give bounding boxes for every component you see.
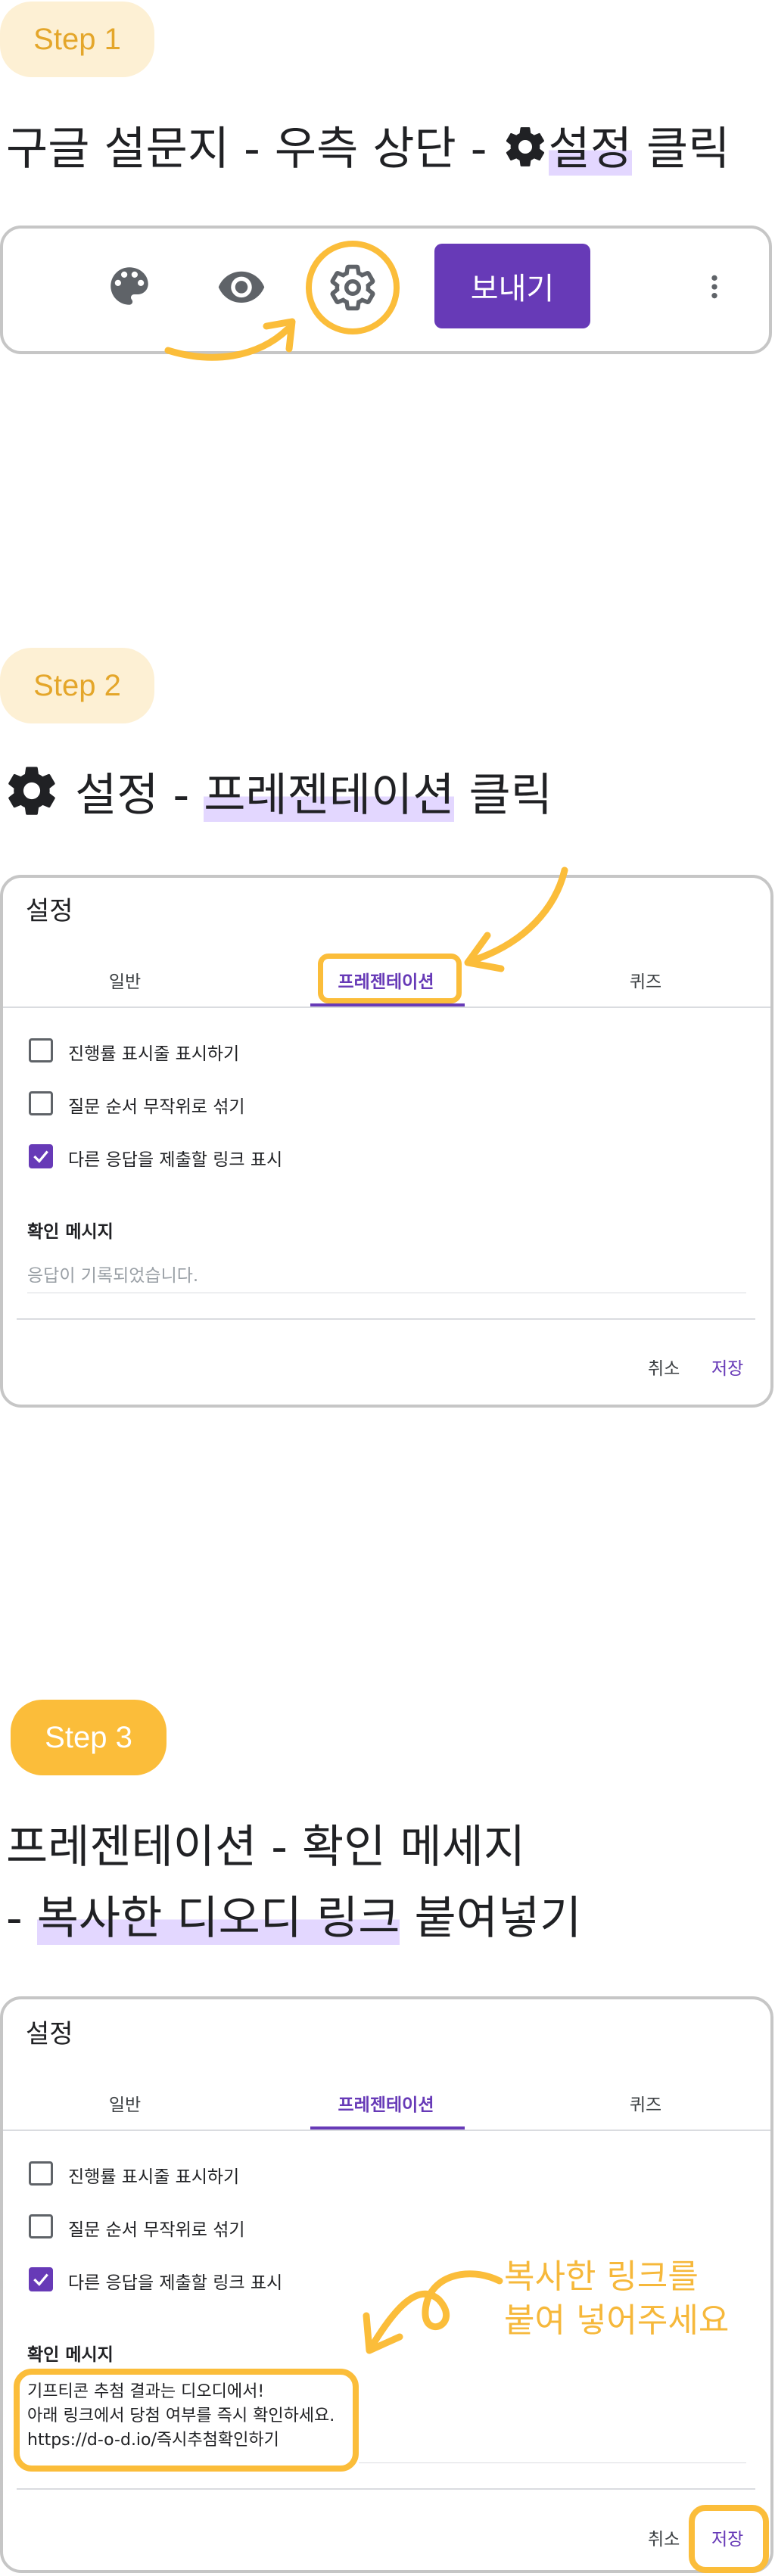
pointer-arrow <box>164 318 296 361</box>
dialog-title: 설정 <box>26 896 73 926</box>
confirm-message-line: 기프티콘 추첨 결과는 디오디에서! <box>27 2382 265 2401</box>
step-2-heading: 설정 - 프레젠테이션 클릭 <box>3 758 552 824</box>
step-2-heading-suffix: 클릭 <box>454 769 552 822</box>
cancel-button[interactable]: 취소 <box>648 1354 680 1380</box>
option-label: 진행률 표시줄 표시하기 <box>68 1044 240 1064</box>
confirm-message-line: 아래 링크에서 당첨 여부를 즉시 확인하세요. <box>27 2406 335 2425</box>
annotation-line-2: 붙여 넣어주세요 <box>504 2301 730 2340</box>
shuffle-questions-checkbox[interactable] <box>29 1091 53 1115</box>
step-1-heading: 구글 설문지 - 우측 상단 - 설정 클릭 <box>6 112 730 178</box>
step-2-heading-highlight: 프레젠테이션 <box>204 769 455 822</box>
tabs-divider <box>3 2130 770 2131</box>
confirm-message-input[interactable]: 기프티콘 추첨 결과는 디오디에서! 아래 링크에서 당첨 여부를 즉시 확인하… <box>27 2380 335 2453</box>
option-label: 질문 순서 무작위로 섞기 <box>68 1097 245 1117</box>
tab-quiz[interactable]: 퀴즈 <box>532 2090 759 2116</box>
option-label: 다른 응답을 제출할 링크 표시 <box>68 1150 283 1170</box>
input-underline <box>359 2462 746 2463</box>
dialog-title: 설정 <box>26 2019 73 2049</box>
step-3-heading-line2-prefix: - <box>6 1892 37 1945</box>
option-label: 질문 순서 무작위로 섞기 <box>68 2220 245 2240</box>
tab-general[interactable]: 일반 <box>11 2090 238 2116</box>
step-1-heading-prefix: 구글 설문지 - 우측 상단 - <box>6 123 502 176</box>
save-button[interactable]: 저장 <box>711 2525 743 2550</box>
confirm-message-label: 확인 메시지 <box>27 2345 114 2365</box>
shuffle-questions-checkbox[interactable] <box>29 2214 53 2238</box>
option-label: 다른 응답을 제출할 링크 표시 <box>68 2273 283 2293</box>
progress-bar-checkbox[interactable] <box>29 1038 53 1062</box>
tab-general[interactable]: 일반 <box>11 967 238 993</box>
step-3-heading-line1: 프레젠테이션 - 확인 메세지 <box>6 1821 526 1874</box>
gear-icon[interactable] <box>328 263 378 313</box>
annotation-text: 복사한 링크를 붙여 넣어주세요 <box>504 2255 729 2343</box>
tabs-divider <box>3 1006 770 1008</box>
step-1-badge: Step 1 <box>0 2 154 77</box>
tab-highlight-ring <box>318 954 462 1003</box>
option-label: 진행률 표시줄 표시하기 <box>68 2167 240 2187</box>
step-3-heading-line2-highlight: 복사한 디오디 링크 <box>36 1892 400 1945</box>
progress-bar-checkbox[interactable] <box>29 2161 53 2186</box>
cancel-button[interactable]: 취소 <box>648 2525 680 2550</box>
step-2-badge: Step 2 <box>0 648 154 723</box>
check-icon <box>33 2273 48 2286</box>
submit-another-link-checkbox[interactable] <box>29 2267 53 2291</box>
pointer-arrow <box>363 2270 503 2354</box>
gear-icon <box>8 767 55 815</box>
pointer-arrow <box>464 866 568 972</box>
confirm-message-label: 확인 메시지 <box>27 1222 114 1242</box>
step-2-heading-prefix: 설정 - <box>61 769 204 822</box>
annotation-line-1: 복사한 링크를 <box>504 2257 699 2296</box>
eye-icon[interactable] <box>215 261 268 311</box>
more-vert-icon[interactable] <box>699 262 730 312</box>
footer-divider <box>17 1318 755 1320</box>
send-button[interactable]: 보내기 <box>434 244 590 328</box>
step-3-heading-line2: - 복사한 디오디 링크 붙여넣기 <box>6 1881 581 1947</box>
check-icon <box>33 1150 48 1163</box>
step-3-heading-line2-suffix: 붙여넣기 <box>400 1892 582 1945</box>
footer-divider <box>17 2488 755 2490</box>
confirm-message-line: https://d-o-d.io/즉시추첨확인하기 <box>27 2431 279 2450</box>
step-1-heading-suffix: 클릭 <box>631 123 730 176</box>
submit-another-link-checkbox[interactable] <box>29 1144 53 1168</box>
step-1-heading-highlight: 설정 <box>548 123 632 176</box>
gear-icon <box>506 127 544 166</box>
step-3-badge: Step 3 <box>11 1700 167 1775</box>
tab-presentation[interactable]: 프레젠테이션 <box>272 2090 500 2116</box>
palette-icon[interactable] <box>104 261 154 311</box>
confirm-message-input[interactable]: 응답이 기록되었습니다. <box>27 1261 198 1286</box>
save-button[interactable]: 저장 <box>711 1354 743 1380</box>
